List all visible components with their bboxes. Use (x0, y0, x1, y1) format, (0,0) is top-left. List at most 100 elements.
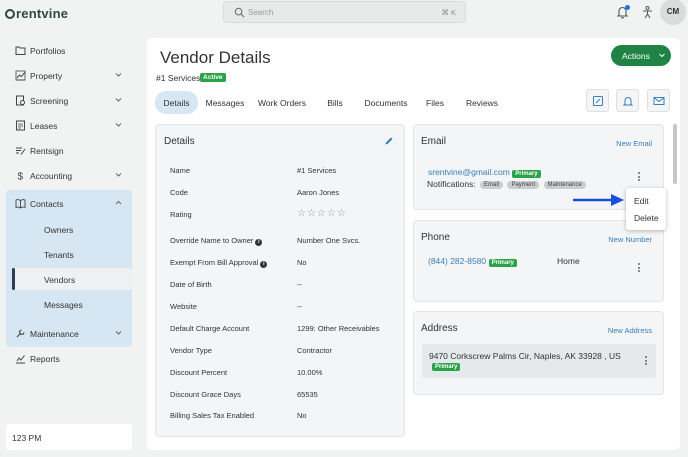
sidebar-item-leases[interactable]: Leases (6, 114, 132, 136)
more-vertical-icon[interactable] (637, 263, 641, 274)
sidebar-subitem-label: Owners (44, 225, 74, 235)
sidebar-item-label: Rentsign (30, 146, 64, 156)
phone-number-link[interactable]: (844) 282-8580 (428, 256, 486, 266)
pencil-icon[interactable] (384, 136, 394, 146)
detail-label: Override Name to Owner (170, 236, 254, 245)
detail-row-website: Website -- (170, 302, 400, 314)
edit-note-icon (593, 96, 603, 106)
notification-tag: Payment (507, 181, 540, 189)
email-button[interactable] (647, 89, 670, 112)
new-number-link[interactable]: New Number (608, 235, 652, 244)
phone-panel: Phone New Number (844) 282-8580 Primary … (413, 220, 664, 302)
detail-row-override-name: Override Name to Owner i Number One Svcs. (170, 236, 400, 248)
lease-document-icon (16, 120, 25, 131)
detail-row-sales-tax: Billing Sales Tax Enabled No (170, 411, 400, 423)
new-email-link[interactable]: New Email (616, 139, 652, 148)
detail-label: Discount Percent (170, 368, 228, 377)
sidebar-item-maintenance[interactable]: Maintenance (6, 322, 132, 344)
sidebar-item-screening[interactable]: Screening (6, 89, 132, 111)
phone-type: Home (557, 256, 580, 266)
email-title: Email (421, 136, 447, 147)
email-address[interactable]: srentvine@gmail.com (428, 167, 510, 177)
search-shortcut: ⌘ K (441, 8, 456, 17)
page-title: Vendor Details (160, 48, 271, 67)
more-vertical-icon[interactable] (644, 356, 648, 367)
sidebar-item-portfolios[interactable]: Portfolios (6, 39, 132, 61)
wrench-icon (16, 329, 25, 338)
detail-label: Discount Grace Days (170, 390, 241, 399)
tab-bills[interactable]: Bills (323, 91, 347, 114)
tab-messages[interactable]: Messages (202, 91, 248, 114)
time-text: 123 PM (12, 433, 42, 443)
mail-icon (653, 97, 665, 105)
email-address-link[interactable]: srentvine@gmail.com Primary (428, 167, 541, 178)
detail-value: -- (297, 302, 302, 311)
dollar-icon: $ (18, 172, 24, 182)
sidebar-subitem-label: Tenants (44, 250, 74, 260)
main-card: Vendor Details #1 Services Active Action… (147, 38, 680, 450)
info-icon[interactable]: i (255, 239, 263, 246)
primary-badge: Primary (432, 363, 461, 371)
sidebar-item-reports[interactable]: Reports (6, 347, 132, 369)
details-panel: Details Name #1 Services Code Aaron Jone… (155, 124, 405, 437)
detail-label: Exempt From Bill Approval (170, 258, 259, 267)
menu-item-edit[interactable]: Edit (634, 196, 649, 206)
address-title: Address (421, 323, 458, 334)
tab-documents[interactable]: Documents (362, 91, 410, 114)
sidebar-item-label: Screening (30, 96, 69, 106)
rentvine-logo[interactable]: rentvine (5, 6, 68, 21)
sidebar-item-contacts[interactable]: Contacts (6, 192, 132, 214)
address-entry: 9470 Corkscrew Palms Cir, Naples, AK 339… (422, 344, 656, 378)
user-avatar[interactable]: CM (660, 0, 686, 25)
phone-number-row: (844) 282-8580 Primary (428, 256, 517, 267)
detail-value: -- (297, 280, 302, 289)
search-bar[interactable]: Search ⌘ K (223, 1, 466, 23)
rating-stars[interactable]: ☆☆☆☆☆ (297, 208, 347, 219)
sidebar-subitem-vendors[interactable]: Vendors (12, 268, 132, 290)
info-icon[interactable]: i (260, 261, 268, 268)
sidebar-item-rentsign[interactable]: Rentsign (6, 139, 132, 161)
sidebar-subitem-owners[interactable]: Owners (12, 218, 132, 240)
scrollbar[interactable] (673, 124, 677, 184)
tab-reviews[interactable]: Reviews (465, 91, 499, 114)
sidebar-item-property[interactable]: Property (6, 64, 132, 86)
detail-row-name: Name #1 Services (170, 166, 400, 178)
detail-label-wrap: Override Name to Owner i (170, 236, 263, 246)
contacts-book-icon (15, 199, 26, 209)
new-address-link[interactable]: New Address (608, 326, 652, 335)
notify-button[interactable] (616, 89, 639, 112)
detail-label: Vendor Type (170, 346, 212, 355)
chevron-down-icon (115, 173, 122, 177)
top-bar: rentvine Search ⌘ K CM (0, 0, 688, 27)
sidebar-subitem-label: Vendors (44, 275, 76, 285)
time-display: 123 PM (6, 424, 132, 450)
notifications-label: Notifications: (427, 179, 476, 189)
notifications-row: Notifications: Email Payment Maintenance (427, 179, 586, 189)
sidebar-subitem-label: Messages (44, 300, 83, 310)
tab-details[interactable]: Details (155, 91, 198, 114)
address-text: 9470 Corkscrew Palms Cir, Naples, AK 339… (429, 351, 621, 361)
user-accessibility-icon[interactable] (641, 5, 654, 19)
tab-files[interactable]: Files (425, 91, 445, 114)
detail-value: Aaron Jones (297, 188, 340, 197)
detail-row-vendor-type: Vendor Type Contractor (170, 346, 400, 358)
detail-label: Date of Birth (170, 280, 212, 289)
detail-label: Default Charge Account (170, 324, 250, 333)
detail-value: Contractor (297, 346, 333, 355)
detail-label: Website (170, 302, 197, 311)
primary-badge: Primary (512, 170, 541, 178)
actions-button[interactable]: Actions (611, 45, 671, 66)
note-edit-button[interactable] (586, 89, 609, 112)
more-vertical-icon[interactable] (637, 172, 641, 183)
sidebar-item-label: Contacts (30, 199, 64, 209)
screening-icon (16, 95, 25, 106)
menu-item-delete[interactable]: Delete (634, 213, 659, 223)
primary-badge: Primary (488, 259, 517, 267)
address-panel: Address New Address 9470 Corkscrew Palms… (413, 311, 664, 395)
tab-work-orders[interactable]: Work Orders (255, 91, 309, 114)
detail-row-code: Code Aaron Jones (170, 188, 400, 200)
sidebar-subitem-tenants[interactable]: Tenants (12, 243, 132, 265)
sidebar-subitem-messages[interactable]: Messages (12, 293, 132, 315)
sidebar-item-accounting[interactable]: $ Accounting (6, 164, 132, 186)
detail-label: Rating (170, 210, 192, 219)
